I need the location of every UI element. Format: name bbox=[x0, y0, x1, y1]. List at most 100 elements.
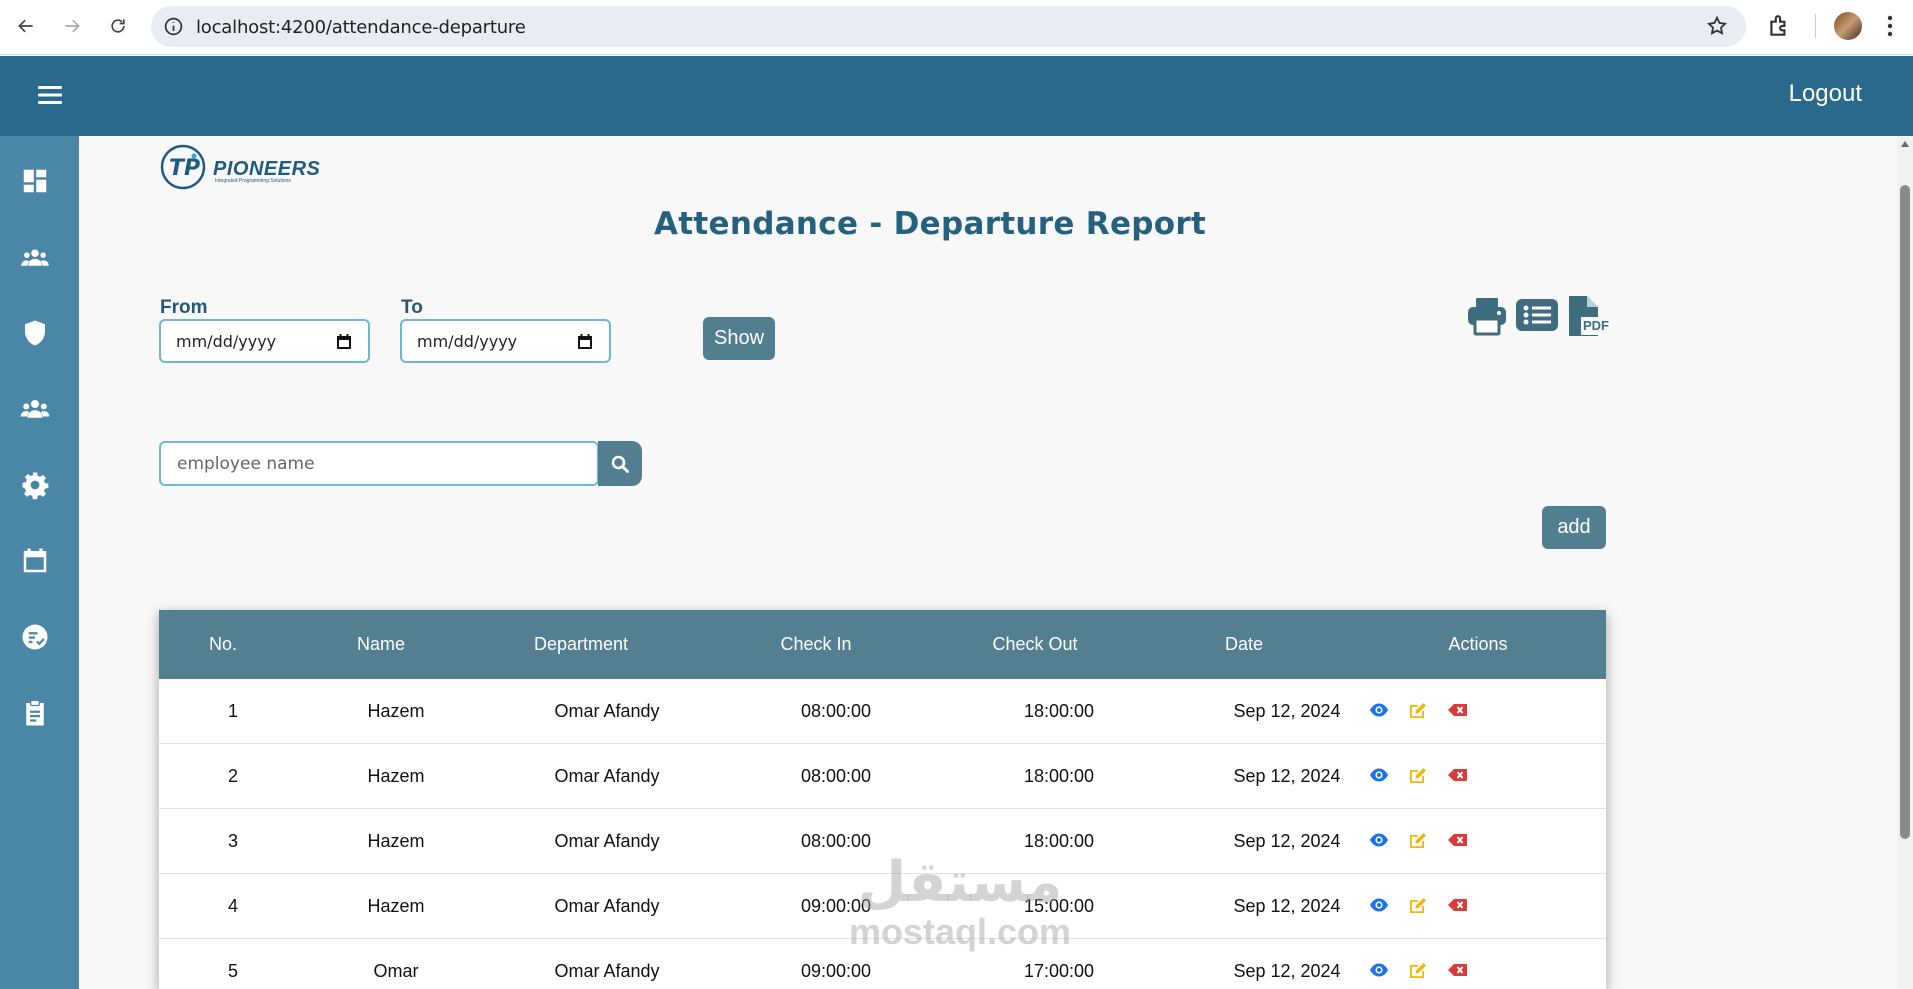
table-row: 4 Hazem Omar Afandy 09:00:00 15:00:00 Sep 12,… bbox=[159, 874, 1606, 939]
cell-check-in: 08:00:00 bbox=[800, 831, 872, 851]
to-label: To bbox=[401, 297, 423, 318]
browser-menu-icon[interactable] bbox=[1882, 12, 1898, 40]
employees-icon[interactable] bbox=[20, 394, 50, 424]
avatar[interactable] bbox=[1834, 12, 1862, 40]
cell-check-in: 09:00:00 bbox=[800, 896, 872, 916]
calendar-icon[interactable] bbox=[20, 546, 50, 576]
extensions-icon[interactable] bbox=[1766, 13, 1792, 39]
reload-icon[interactable] bbox=[102, 10, 134, 42]
eye-icon[interactable] bbox=[1369, 766, 1389, 784]
site-info-icon[interactable] bbox=[163, 16, 184, 37]
forward-icon[interactable] bbox=[56, 10, 88, 42]
show-button[interactable]: Show bbox=[703, 317, 775, 360]
sidebar bbox=[0, 136, 79, 989]
logout-link[interactable]: Logout bbox=[1789, 80, 1862, 108]
edit-icon[interactable] bbox=[1408, 831, 1428, 849]
cell-name: Hazem bbox=[367, 896, 425, 916]
edit-icon[interactable] bbox=[1408, 766, 1428, 784]
calendar-picker-icon[interactable] bbox=[336, 333, 352, 350]
company-logo: TP PIONEERS Integrated Programming Solut… bbox=[160, 142, 320, 192]
delete-icon[interactable] bbox=[1447, 766, 1467, 784]
cell-no: 3 bbox=[227, 831, 239, 851]
add-button[interactable]: add bbox=[1542, 506, 1606, 549]
users-group-icon[interactable] bbox=[20, 242, 50, 272]
cell-no: 5 bbox=[227, 961, 239, 981]
eye-icon[interactable] bbox=[1369, 831, 1389, 849]
column-header-check-in: Check In bbox=[780, 634, 852, 654]
list-icon[interactable] bbox=[1515, 295, 1559, 337]
scroll-up-icon[interactable] bbox=[1900, 140, 1910, 148]
cell-name: Omar bbox=[373, 961, 419, 981]
cell-check-in: 08:00:00 bbox=[800, 766, 872, 786]
edit-icon[interactable] bbox=[1408, 896, 1428, 914]
cell-date: Sep 12, 2024 bbox=[1233, 961, 1341, 981]
search-button[interactable] bbox=[598, 441, 642, 486]
url-text[interactable]: localhost:4200/attendance-departure bbox=[196, 17, 526, 38]
cell-check-out: 15:00:00 bbox=[1023, 896, 1095, 916]
svg-text:TP: TP bbox=[169, 156, 200, 181]
cell-check-out: 18:00:00 bbox=[1023, 701, 1095, 721]
eye-icon[interactable] bbox=[1369, 896, 1389, 914]
clipboard-icon[interactable] bbox=[20, 698, 50, 728]
edit-icon[interactable] bbox=[1408, 701, 1428, 719]
to-date-input[interactable]: mm/dd/yyyy bbox=[400, 319, 611, 363]
scrollbar-thumb[interactable] bbox=[1900, 185, 1910, 839]
cell-date: Sep 12, 2024 bbox=[1233, 896, 1341, 916]
pdf-icon[interactable]: PDF bbox=[1566, 295, 1609, 337]
cell-department: Omar Afandy bbox=[554, 831, 660, 851]
delete-icon[interactable] bbox=[1447, 701, 1467, 719]
page-title: Attendance - Departure Report bbox=[654, 206, 1207, 242]
gear-icon[interactable] bbox=[20, 470, 50, 500]
cell-name: Hazem bbox=[367, 831, 425, 851]
cell-department: Omar Afandy bbox=[554, 766, 660, 786]
from-date-value: mm/dd/yyyy bbox=[176, 331, 277, 351]
cell-no: 1 bbox=[227, 701, 239, 721]
dashboard-icon[interactable] bbox=[20, 166, 50, 196]
column-header-no: No. bbox=[208, 634, 238, 654]
search-icon bbox=[611, 455, 629, 473]
from-date-input[interactable]: mm/dd/yyyy bbox=[159, 319, 370, 363]
cell-department: Omar Afandy bbox=[554, 961, 660, 981]
shield-icon[interactable] bbox=[20, 318, 50, 348]
edit-icon[interactable] bbox=[1408, 961, 1428, 979]
pdf-label: PDF bbox=[1583, 318, 1609, 333]
check-list-icon[interactable] bbox=[20, 622, 50, 652]
column-header-check-out: Check Out bbox=[992, 634, 1078, 654]
cell-check-in: 08:00:00 bbox=[800, 701, 872, 721]
delete-icon[interactable] bbox=[1447, 961, 1467, 979]
column-header-department: Department bbox=[533, 634, 629, 654]
attendance-table: No. Name Department Check In Check Out D… bbox=[159, 610, 1606, 989]
browser-toolbar: localhost:4200/attendance-departure bbox=[0, 0, 1913, 55]
cell-check-out: 18:00:00 bbox=[1023, 766, 1095, 786]
calendar-picker-icon[interactable] bbox=[577, 333, 593, 350]
delete-icon[interactable] bbox=[1447, 896, 1467, 914]
table-header: No. Name Department Check In Check Out D… bbox=[159, 610, 1606, 679]
cell-name: Hazem bbox=[367, 701, 425, 721]
cell-date: Sep 12, 2024 bbox=[1233, 766, 1341, 786]
print-icon[interactable] bbox=[1466, 295, 1508, 337]
cell-check-out: 18:00:00 bbox=[1023, 831, 1095, 851]
employee-search-input[interactable]: employee name bbox=[159, 441, 599, 486]
eye-icon[interactable] bbox=[1369, 961, 1389, 979]
eye-icon[interactable] bbox=[1369, 701, 1389, 719]
cell-date: Sep 12, 2024 bbox=[1233, 831, 1341, 851]
bookmark-star-icon[interactable] bbox=[1706, 15, 1728, 37]
cell-department: Omar Afandy bbox=[554, 701, 660, 721]
cell-check-in: 09:00:00 bbox=[800, 961, 872, 981]
table-row: 1 Hazem Omar Afandy 08:00:00 18:00:00 Sep 12,… bbox=[159, 679, 1606, 744]
table-row: 3 Hazem Omar Afandy 08:00:00 18:00:00 Sep 12,… bbox=[159, 809, 1606, 874]
delete-icon[interactable] bbox=[1447, 831, 1467, 849]
table-row: 5 Omar Omar Afandy 09:00:00 17:00:00 Sep 12, … bbox=[159, 939, 1606, 989]
cell-no: 4 bbox=[227, 896, 239, 916]
column-header-date: Date bbox=[1224, 634, 1264, 654]
cell-name: Hazem bbox=[367, 766, 425, 786]
app-header: Logout bbox=[0, 56, 1913, 136]
hamburger-menu-icon[interactable] bbox=[36, 82, 64, 108]
logo-tagline: Integrated Programming Solutions bbox=[215, 178, 291, 184]
column-header-name: Name bbox=[356, 634, 406, 654]
cell-date: Sep 12, 2024 bbox=[1233, 701, 1341, 721]
address-bar[interactable]: localhost:4200/attendance-departure bbox=[151, 6, 1746, 47]
back-icon[interactable] bbox=[10, 10, 42, 42]
table-row: 2 Hazem Omar Afandy 08:00:00 18:00:00 Sep 12,… bbox=[159, 744, 1606, 809]
search-placeholder: employee name bbox=[177, 453, 315, 474]
